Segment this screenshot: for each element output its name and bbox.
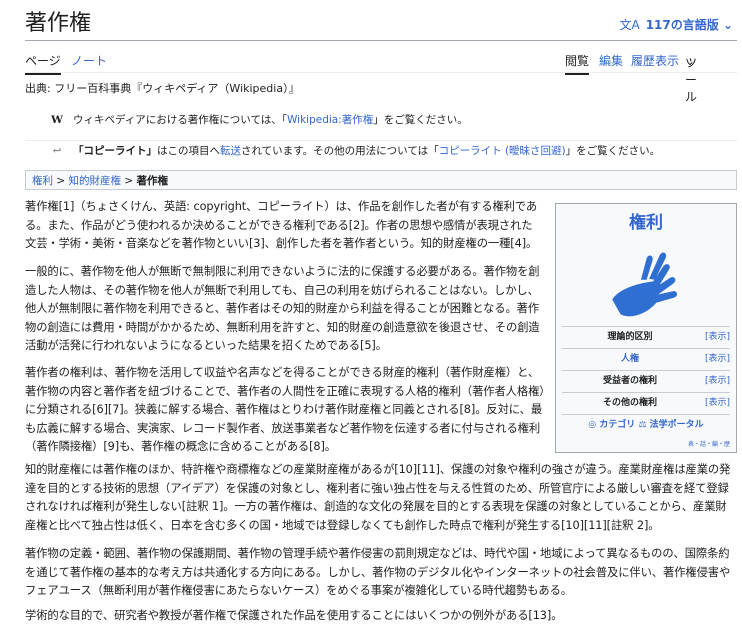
infobox-row: 理論的区別 [表示] xyxy=(562,326,730,347)
tab-history[interactable]: 履歴表示 xyxy=(631,52,679,69)
article-paragraph: 一般的に、著作物を他人が無断で無制限に利用できないように法的に保護する必要がある… xyxy=(25,265,540,352)
infobox-row-label: その他の権利 xyxy=(602,398,657,408)
redirect-link[interactable]: 転送 xyxy=(220,145,241,157)
breadcrumb-link[interactable]: 権利 xyxy=(32,175,53,187)
breadcrumb-current: 著作権 xyxy=(136,175,168,187)
hatnote-text: はこの項目へ xyxy=(157,145,220,157)
infobox-row: 受益者の権利 [表示] xyxy=(562,370,730,391)
article-paragraph: 知的財産権には著作権のほか、特許権や商標権などの産業財産権があるが[10][11… xyxy=(25,463,731,532)
breadcrumb: 権利 > 知的財産権 > 著作権 xyxy=(25,170,737,190)
page-title: 著作権 xyxy=(25,11,92,36)
category-icon: ◎ xyxy=(588,420,597,430)
hatnote-text: 」をご覧ください。 xyxy=(565,145,661,157)
infobox-row: その他の権利 [表示] xyxy=(562,392,730,413)
infobox-title: 権利 xyxy=(629,213,663,233)
hatnote-text: 」をご覧ください。 xyxy=(373,114,468,126)
tab-read[interactable]: 閲覧 xyxy=(565,52,590,75)
infobox-row-label: 受益者の権利 xyxy=(602,376,657,386)
infobox-row-label: 理論的区別 xyxy=(607,332,653,342)
infobox-nav[interactable]: 表・話・編・歴 xyxy=(688,439,730,448)
article-paragraph: 学術的な目的で、研究者や教授が著作権で保護された作品を使用することにはいくつかの… xyxy=(25,609,563,622)
hatnote-text: ウィキペディアにおける著作権については、「 xyxy=(73,114,287,126)
redirect-arrow-icon: ↩ xyxy=(52,145,62,157)
article-paragraph: 著作物の定義・範囲、著作物の保護期間、著作物の管理手続や著作侵害の罰則規定などは… xyxy=(25,547,731,597)
source-line: 出典: フリー百科事典『ウィキペディア（Wikipedia）』 xyxy=(25,82,300,95)
page-tabs: ページ ノート 閲覧 編集 履歴表示 ツール ⌄ xyxy=(25,50,737,104)
show-toggle[interactable]: [表示] xyxy=(705,371,730,391)
scales-icon: ⚖ xyxy=(638,420,647,430)
infobox: 権利 理論的区別 [表示] 人権 [表示] 受益者の権利 [表示] その他の権利 [表示… xyxy=(555,203,737,453)
law-portal-link[interactable]: 法学ポータル xyxy=(650,420,704,430)
portal-links: ◎ カテゴリ ⚖ 法学ポータル xyxy=(562,414,730,435)
tab-note[interactable]: ノート xyxy=(71,52,107,69)
translate-icon: 文A xyxy=(619,18,640,32)
hatnote-redirect: ↩ 「コピーライト」はこの項目へ転送されています。その他の用法については「コピーラ… xyxy=(25,140,737,161)
page-header: 著作権 文A 117の言語版 ⌄ xyxy=(25,8,737,41)
tab-edit[interactable]: 編集 xyxy=(599,52,623,69)
infobox-row: 人権 [表示] xyxy=(562,348,730,369)
show-toggle[interactable]: [表示] xyxy=(705,393,730,413)
show-toggle[interactable]: [表示] xyxy=(705,349,730,369)
hatnote-bold: 「コピーライト」 xyxy=(73,145,157,157)
tab-page[interactable]: ページ xyxy=(25,52,61,75)
disambiguation-link[interactable]: コピーライト (曖昧さ回避) xyxy=(439,145,566,157)
hatnote-text: されています。その他の用法については「 xyxy=(241,145,439,157)
language-selector[interactable]: 文A 117の言語版 ⌄ xyxy=(619,16,733,33)
chevron-down-icon: ⌄ xyxy=(685,54,696,68)
wikipedia-w-icon: W xyxy=(51,114,63,126)
language-count: 117の言語版 xyxy=(645,18,719,32)
infobox-row-label[interactable]: 人権 xyxy=(562,349,698,369)
article-paragraph: 著作権[1]（ちょさくけん、英語: copyright、コピーライト）は、作品を… xyxy=(25,200,538,250)
article-paragraph: 著作者の権利は、著作物を活用して収益や名声などを得ることができる財産的権利（著作… xyxy=(25,366,545,453)
hatnote-wikipedia: W ウィキペディアにおける著作権については、「Wikipedia:著作権」をご覧く… xyxy=(25,110,737,130)
hatnote-link[interactable]: Wikipedia:著作権 xyxy=(287,114,373,126)
category-link[interactable]: カテゴリ xyxy=(599,420,635,430)
chevron-down-icon: ⌄ xyxy=(718,18,733,32)
breadcrumb-link[interactable]: 知的財産権 xyxy=(68,175,121,187)
rights-hand-icon xyxy=(612,252,678,317)
show-toggle[interactable]: [表示] xyxy=(705,327,730,347)
